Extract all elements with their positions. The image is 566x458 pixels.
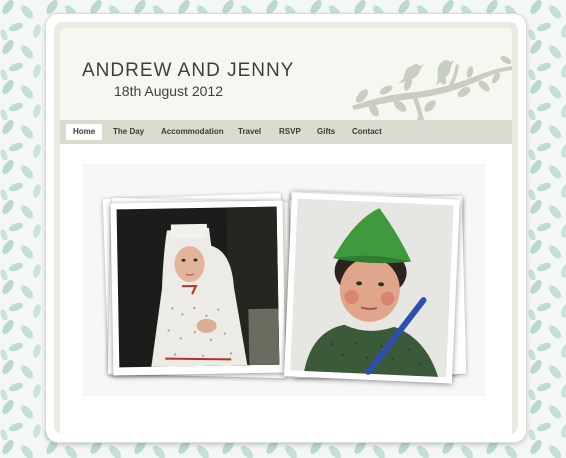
nav-gifts[interactable]: Gifts bbox=[310, 124, 342, 140]
nav-home[interactable]: Home bbox=[66, 124, 103, 140]
nav-the-day[interactable]: The Day bbox=[106, 124, 151, 140]
girl-nativity-costume-photo bbox=[98, 190, 298, 390]
nav-contact[interactable]: Contact bbox=[345, 124, 389, 140]
website-card: ANDREW AND JENNY 18th August 2012 Home T… bbox=[46, 14, 526, 442]
nav-rsvp[interactable]: RSVP bbox=[272, 124, 308, 140]
wedding-date: 18th August 2012 bbox=[114, 83, 223, 99]
site-title: ANDREW AND JENNY bbox=[82, 60, 295, 81]
card-inner-frame: ANDREW AND JENNY 18th August 2012 Home T… bbox=[54, 22, 518, 434]
main-content bbox=[60, 144, 512, 434]
nav-accommodation[interactable]: Accommodation bbox=[154, 124, 231, 140]
nav-travel[interactable]: Travel bbox=[231, 124, 268, 140]
main-navigation: Home The Day Accommodation Travel RSVP G… bbox=[60, 120, 512, 144]
site-header: ANDREW AND JENNY 18th August 2012 bbox=[60, 28, 512, 136]
boy-robin-hood-photo bbox=[274, 186, 474, 392]
